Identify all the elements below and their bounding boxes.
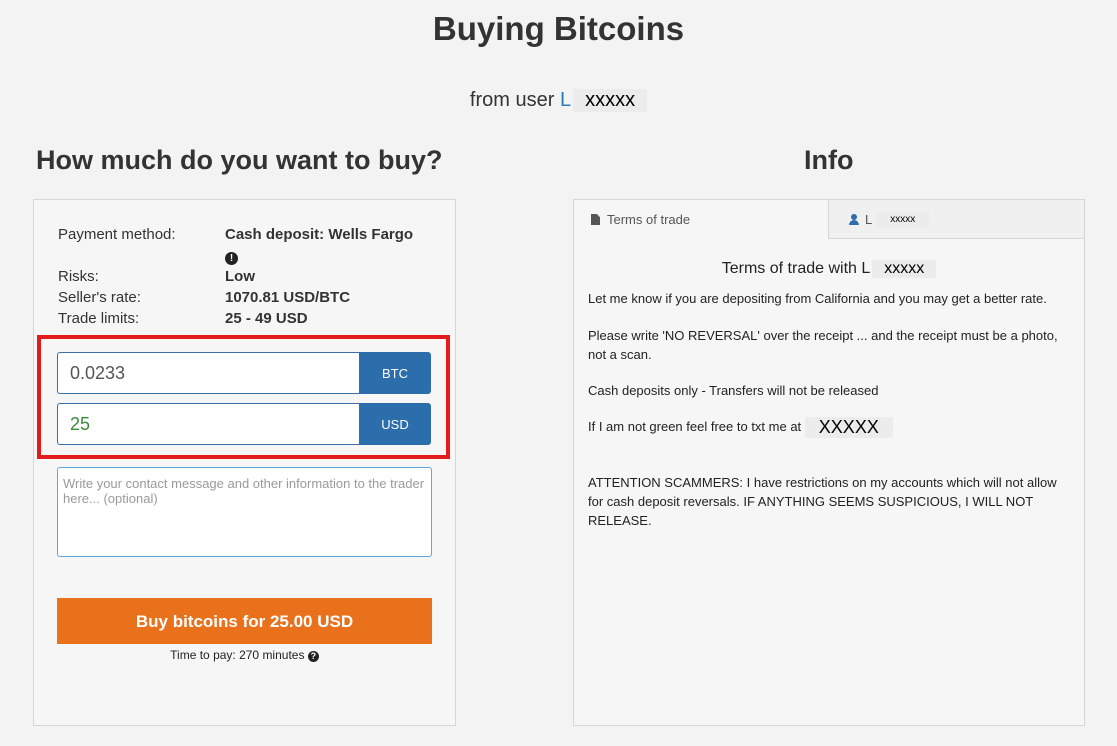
- user-icon: [849, 213, 859, 225]
- seller-username-initial[interactable]: L: [560, 89, 571, 111]
- trade-limits-label: Trade limits:: [58, 310, 140, 327]
- trade-limits-value: 25 - 49 USD: [225, 310, 308, 327]
- info-tabs: Terms of trade L xxxxx: [573, 199, 1085, 239]
- info-section-title: Info: [804, 145, 854, 175]
- tab-user-redacted: xxxxx: [876, 211, 930, 227]
- btc-amount-group: BTC: [57, 352, 431, 394]
- sellers-rate-label: Seller's rate:: [58, 289, 141, 306]
- terms-paragraph-1: Let me know if you are depositing from C…: [588, 291, 1047, 306]
- terms-heading: Terms of trade with Lxxxxx: [573, 260, 1085, 278]
- usd-amount-input[interactable]: [57, 403, 359, 445]
- terms-paragraph-txt: If I am not green feel free to txt me at…: [588, 417, 1068, 438]
- risks-value: Low: [225, 268, 255, 285]
- tab-terms-of-trade[interactable]: Terms of trade: [573, 199, 829, 239]
- payment-info-icon[interactable]: !: [225, 248, 238, 266]
- sellers-rate-value: 1070.81 USD/BTC: [225, 289, 351, 306]
- terms-heading-text: Terms of trade with L: [721, 260, 871, 277]
- phone-redacted: XXXXX: [804, 417, 893, 438]
- tab-terms-label: Terms of trade: [607, 212, 691, 227]
- btc-currency-label: BTC: [359, 352, 431, 394]
- usd-amount-group: USD: [57, 403, 431, 445]
- page-title: Buying Bitcoins: [432, 10, 685, 47]
- time-to-pay: Time to pay: 270 minutes ?: [57, 648, 432, 662]
- buy-bitcoins-button[interactable]: Buy bitcoins for 25.00 USD: [57, 598, 432, 644]
- tab-seller-profile[interactable]: L xxxxx: [828, 199, 1085, 239]
- seller-username-link[interactable]: Lxxxxx: [560, 89, 648, 112]
- tab-user-label: L: [865, 211, 873, 227]
- time-to-pay-text: Time to pay: 270 minutes: [170, 648, 305, 662]
- from-user-label: from user: [469, 89, 555, 111]
- terms-paragraph-4: ATTENTION SCAMMERS: I have restrictions …: [588, 475, 1057, 528]
- payment-method-value: Cash deposit: Wells Fargo: [225, 226, 414, 243]
- seller-username-redacted: xxxxx: [573, 89, 648, 112]
- question-icon[interactable]: ?: [307, 651, 319, 662]
- risks-label: Risks:: [58, 268, 99, 285]
- terms-heading-redacted: xxxxx: [872, 260, 937, 278]
- btc-amount-input[interactable]: [57, 352, 359, 394]
- usd-currency-label: USD: [359, 403, 431, 445]
- terms-paragraph-2: Please write 'NO REVERSAL' over the rece…: [588, 328, 1058, 362]
- seller-line: from user Lxxxxx: [0, 89, 1117, 112]
- payment-method-label: Payment method:: [58, 226, 176, 243]
- buy-section-title: How much do you want to buy?: [36, 145, 443, 175]
- contact-message-textarea[interactable]: [57, 467, 432, 557]
- buy-panel: Payment method: Cash deposit: Wells Farg…: [33, 199, 456, 726]
- document-icon: [591, 214, 600, 225]
- terms-paragraph-3: Cash deposits only - Transfers will not …: [588, 383, 879, 398]
- txt-prefix: If I am not green feel free to txt me at: [588, 419, 802, 434]
